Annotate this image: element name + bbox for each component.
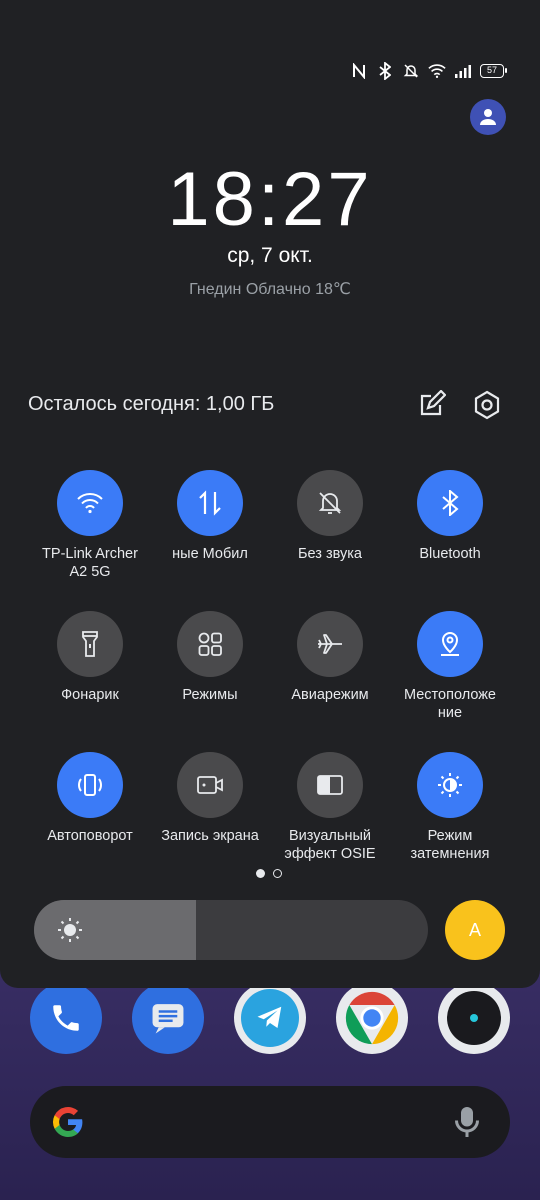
tile-label: Авиарежим xyxy=(291,687,369,703)
dark-mode-icon[interactable] xyxy=(417,752,483,818)
sun-icon xyxy=(58,918,82,942)
osie-icon[interactable] xyxy=(297,752,363,818)
data-usage-text[interactable]: Осталось сегодня: 1,00 ГБ xyxy=(28,393,274,416)
tile-flashlight[interactable]: Фонарик xyxy=(30,611,150,704)
page-dot[interactable] xyxy=(273,869,282,878)
page-indicator[interactable] xyxy=(256,869,282,878)
location-icon[interactable] xyxy=(417,611,483,677)
tile-mobile-data[interactable]: ные Мобил xyxy=(150,470,270,563)
page-dot-active[interactable] xyxy=(256,869,265,878)
user-icon xyxy=(480,109,496,125)
camera-app-icon[interactable] xyxy=(438,982,510,1054)
settings-icon[interactable] xyxy=(472,390,502,420)
microphone-icon[interactable] xyxy=(452,1104,482,1140)
nfc-icon xyxy=(350,62,368,80)
telegram-app-icon[interactable] xyxy=(234,982,306,1054)
tile-label: Запись экрана xyxy=(161,828,259,844)
tile-location[interactable]: Местоположе ние xyxy=(390,611,510,722)
tile-wifi[interactable]: TP-Link Archer A2 5G xyxy=(30,470,150,581)
tile-label: TP-Link Archer A2 5G xyxy=(42,546,138,580)
clock-time: 18:27 xyxy=(167,157,373,242)
screen-record-icon[interactable] xyxy=(177,752,243,818)
tile-dark-mode[interactable]: Режим затемнения xyxy=(390,752,510,863)
messages-app-icon[interactable] xyxy=(132,982,204,1054)
battery-indicator: 57 xyxy=(480,64,507,78)
tile-label: ные Мобил xyxy=(172,546,248,562)
tile-label: Режим затемнения xyxy=(410,828,490,862)
weather-text: Гнедин Облачно 18℃ xyxy=(189,281,351,298)
tile-label: Визуальный эффект OSIE xyxy=(284,828,376,862)
mute-icon[interactable] xyxy=(297,470,363,536)
tile-silent[interactable]: Без звука xyxy=(270,470,390,563)
tile-autorotate[interactable]: Автоповорот xyxy=(30,752,150,845)
auto-brightness-button[interactable]: A xyxy=(445,900,505,960)
brightness-slider[interactable] xyxy=(34,900,428,960)
google-icon xyxy=(53,1107,83,1137)
tile-label: Bluetooth xyxy=(419,546,481,562)
autorotate-icon[interactable] xyxy=(57,752,123,818)
tile-label: Режимы xyxy=(182,687,238,703)
tile-airplane[interactable]: Авиарежим xyxy=(270,611,390,704)
signal-icon xyxy=(454,62,472,80)
bluetooth-icon[interactable] xyxy=(417,470,483,536)
tile-label: Местоположе ние xyxy=(404,687,496,721)
status-bar-icons: 57 xyxy=(350,60,507,82)
tile-screen-record[interactable]: Запись экрана xyxy=(150,752,270,845)
mobile-data-icon[interactable] xyxy=(177,470,243,536)
wifi-icon[interactable] xyxy=(57,470,123,536)
app-dock xyxy=(0,982,540,1062)
mute-icon xyxy=(402,62,420,80)
edit-icon[interactable] xyxy=(416,390,446,420)
phone-app-icon[interactable] xyxy=(30,982,102,1054)
airplane-icon[interactable] xyxy=(297,611,363,677)
user-avatar[interactable] xyxy=(470,99,506,135)
wifi-icon xyxy=(428,62,446,80)
tile-modes[interactable]: Режимы xyxy=(150,611,270,704)
tile-label: Без звука xyxy=(298,546,362,562)
google-search-bar[interactable] xyxy=(30,1086,510,1158)
tile-bluetooth[interactable]: Bluetooth xyxy=(390,470,510,563)
tile-osie[interactable]: Визуальный эффект OSIE xyxy=(270,752,390,863)
tile-label: Автоповорот xyxy=(47,828,133,844)
tile-label: Фонарик xyxy=(61,687,119,703)
bluetooth-icon xyxy=(376,62,394,80)
modes-icon[interactable] xyxy=(177,611,243,677)
clock-date: ср, 7 окт. xyxy=(227,244,313,267)
chrome-app-icon[interactable] xyxy=(336,982,408,1054)
flashlight-icon[interactable] xyxy=(57,611,123,677)
